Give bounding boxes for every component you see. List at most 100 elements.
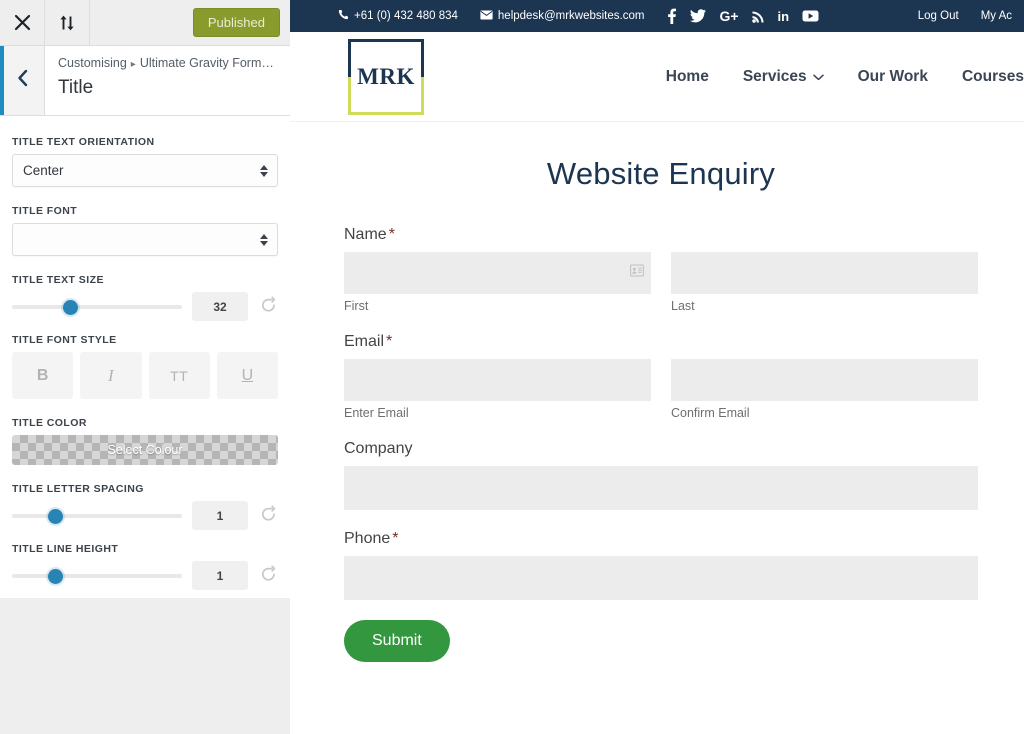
name-label: Name *: [344, 226, 978, 244]
logo-text: MRK: [357, 63, 415, 89]
name-last-col: Last: [671, 252, 978, 313]
facebook-icon[interactable]: [666, 8, 677, 24]
company-input[interactable]: [344, 466, 978, 510]
uppercase-button[interactable]: TT: [148, 352, 210, 399]
field-name: Name * First Last: [344, 226, 978, 313]
control-title-font-style: TITLE FONT STYLE B I TT U: [12, 334, 278, 399]
italic-button[interactable]: I: [80, 352, 142, 399]
log-out-link[interactable]: Log Out: [918, 10, 959, 22]
phone-label-text: Phone: [344, 530, 391, 547]
bold-button[interactable]: B: [12, 352, 74, 399]
email-input[interactable]: [344, 359, 651, 401]
publish-button[interactable]: Published: [192, 8, 280, 37]
slider-knob[interactable]: [62, 299, 78, 315]
orientation-select[interactable]: Center: [12, 154, 278, 187]
envelope-icon: [480, 10, 493, 23]
font-select[interactable]: [12, 223, 278, 256]
mrk-logo[interactable]: MRK: [348, 38, 424, 115]
select-colour-label: Select Colour: [107, 443, 183, 457]
confirm-email-input[interactable]: [671, 359, 978, 401]
select-colour-button[interactable]: Select Colour: [12, 435, 278, 465]
panel-title: Title: [58, 77, 94, 98]
company-label-text: Company: [344, 440, 413, 457]
letter-spacing-slider[interactable]: [12, 506, 182, 526]
text-size-label: TITLE TEXT SIZE: [12, 274, 104, 286]
field-company: Company: [344, 440, 978, 510]
twitter-icon[interactable]: [690, 9, 707, 23]
nav-label: Courses: [961, 67, 1024, 85]
slider-knob[interactable]: [47, 568, 63, 584]
required-marker: *: [392, 530, 399, 547]
linkedin-icon[interactable]: in: [778, 10, 790, 23]
letter-spacing-value[interactable]: 1: [192, 501, 248, 530]
select-arrows-icon: [260, 164, 268, 177]
customizer-section-header: Customising ▸ Ultimate Gravity Form… Title: [0, 46, 290, 116]
reset-icon: [260, 295, 277, 318]
submit-button[interactable]: Submit: [344, 620, 450, 662]
letter-spacing-reset-button[interactable]: [258, 504, 278, 527]
phone-icon: [338, 9, 349, 23]
company-label: Company: [344, 440, 978, 458]
section-header-text: Customising ▸ Ultimate Gravity Form… Title: [45, 46, 274, 115]
nav-item-our-work[interactable]: Our Work: [858, 68, 928, 86]
reset-icon: [260, 504, 277, 527]
my-account-link[interactable]: My Ac: [981, 10, 1012, 22]
control-title-font: TITLE FONT: [12, 205, 278, 256]
line-height-reset-button[interactable]: [258, 564, 278, 587]
phone-number: +61 (0) 432 480 834: [354, 10, 458, 22]
slider-knob[interactable]: [47, 508, 63, 524]
topbar-email[interactable]: helpdesk@mrkwebsites.com: [480, 10, 644, 23]
wp-customizer-panel: Published Customising ▸ Ultimate Gravity F…: [0, 0, 290, 734]
phone-input[interactable]: [344, 556, 978, 600]
first-name-input[interactable]: [344, 252, 651, 294]
control-title-line-height: TITLE LINE HEIGHT 1: [12, 543, 278, 590]
text-size-slider[interactable]: [12, 297, 182, 317]
nav-item-home[interactable]: Home: [666, 68, 709, 86]
last-name-input[interactable]: [671, 252, 978, 294]
nav-item-courses[interactable]: Courses: [962, 68, 1024, 86]
letter-spacing-label: TITLE LETTER SPACING: [12, 483, 144, 495]
page-title: Website Enquiry: [546, 156, 776, 191]
googleplus-icon[interactable]: G+: [719, 9, 738, 23]
underline-button[interactable]: U: [216, 352, 278, 399]
site-preview: +61 (0) 432 480 834 helpdesk@mrkwebsites…: [290, 0, 1024, 734]
required-marker: *: [386, 333, 393, 350]
text-size-reset-button[interactable]: [258, 295, 278, 318]
breadcrumb-root[interactable]: Customising: [58, 56, 127, 70]
close-button[interactable]: [0, 0, 45, 45]
orientation-label: TITLE TEXT ORIENTATION: [12, 136, 155, 148]
email-label-text: Email: [344, 333, 385, 350]
breadcrumb: Customising ▸ Ultimate Gravity Form…: [58, 55, 274, 73]
email-sublabel: Enter Email: [344, 406, 409, 420]
customizer-controls: TITLE TEXT ORIENTATION Center TITLE FONT: [0, 116, 290, 598]
customizer-screen: Published Customising ▸ Ultimate Gravity F…: [0, 0, 1024, 734]
topbar-socials: G+ in: [666, 8, 819, 24]
line-height-slider[interactable]: [12, 566, 182, 586]
required-marker: *: [388, 226, 395, 243]
line-height-value[interactable]: 1: [192, 561, 248, 590]
main-navigation: Home Services Our Work Courses: [666, 68, 1024, 86]
line-height-label: TITLE LINE HEIGHT: [12, 543, 119, 555]
phone-label: Phone *: [344, 530, 978, 548]
chevron-down-icon: [812, 68, 824, 86]
contact-card-icon[interactable]: [630, 264, 644, 282]
field-email: Email * Enter Email Confirm Email: [344, 333, 978, 420]
reorder-button[interactable]: [45, 0, 90, 45]
text-size-value[interactable]: 32: [192, 292, 248, 321]
rss-icon[interactable]: [751, 10, 765, 23]
enquiry-form: Name * First Last Email * Enter Email Co…: [344, 226, 978, 662]
reset-icon: [260, 564, 277, 587]
youtube-icon[interactable]: [802, 10, 819, 22]
control-title-text-orientation: TITLE TEXT ORIENTATION Center: [12, 136, 278, 187]
nav-item-services[interactable]: Services: [743, 68, 824, 86]
first-name-wrap: [344, 252, 651, 294]
font-label: TITLE FONT: [12, 205, 78, 217]
topbar-phone[interactable]: +61 (0) 432 480 834: [338, 9, 458, 23]
control-title-letter-spacing: TITLE LETTER SPACING 1: [12, 483, 278, 530]
first-name-sublabel: First: [344, 299, 369, 313]
line-height-row: 1: [12, 561, 278, 590]
font-style-label: TITLE FONT STYLE: [12, 334, 117, 346]
orientation-value: Center: [23, 163, 64, 178]
back-button[interactable]: [0, 46, 45, 115]
slider-track: [12, 513, 182, 518]
